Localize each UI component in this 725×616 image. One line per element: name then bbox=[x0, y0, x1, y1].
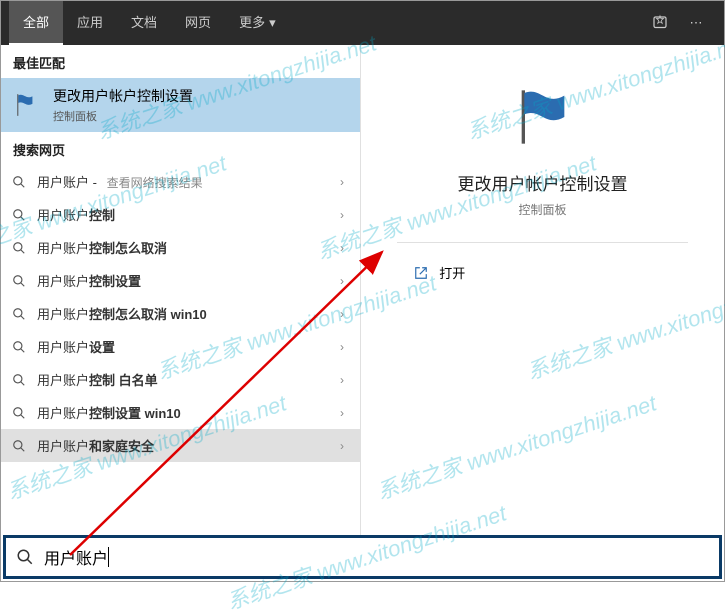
chevron-right-icon[interactable]: › bbox=[334, 406, 350, 420]
chevron-down-icon: ▾ bbox=[269, 1, 276, 45]
web-result-item[interactable]: 用户账户 - 查看网络搜索结果 › bbox=[1, 165, 360, 198]
search-icon bbox=[11, 240, 27, 256]
result-text: 用户账户控制 白名单 bbox=[37, 370, 324, 389]
tab-apps[interactable]: 应用 bbox=[63, 1, 117, 45]
divider bbox=[397, 242, 687, 243]
results-pane: 最佳匹配 更改用户帐户控制设置 控制面板 搜索网页 用户账户 - 查看网络搜索结… bbox=[1, 45, 361, 535]
chevron-right-icon[interactable]: › bbox=[334, 208, 350, 222]
search-icon bbox=[11, 372, 27, 388]
search-icon bbox=[11, 405, 27, 421]
web-result-item[interactable]: 用户账户控制设置 win10 › bbox=[1, 396, 360, 429]
web-results-header: 搜索网页 bbox=[1, 132, 360, 165]
open-action[interactable]: 打开 bbox=[397, 255, 687, 290]
result-text: 用户账户设置 bbox=[37, 337, 324, 356]
result-text: 用户账户控制设置 win10 bbox=[37, 403, 324, 422]
search-input[interactable]: 用户账户 bbox=[44, 545, 108, 569]
web-result-item[interactable]: 用户账户控制 › bbox=[1, 198, 360, 231]
result-text: 用户账户控制怎么取消 win10 bbox=[37, 304, 324, 323]
chevron-right-icon[interactable]: › bbox=[334, 175, 350, 189]
search-icon bbox=[11, 207, 27, 223]
search-icon bbox=[16, 548, 34, 566]
more-options-icon[interactable]: ⋯ bbox=[684, 11, 708, 35]
tab-docs[interactable]: 文档 bbox=[117, 1, 171, 45]
result-text: 用户账户控制怎么取消 bbox=[37, 238, 324, 257]
control-panel-flag-icon bbox=[13, 91, 41, 119]
best-match-subtitle: 控制面板 bbox=[53, 108, 193, 124]
preview-flag-icon bbox=[511, 85, 575, 152]
web-result-item[interactable]: 用户账户控制 白名单 › bbox=[1, 363, 360, 396]
web-result-item[interactable]: 用户账户设置 › bbox=[1, 330, 360, 363]
result-text: 用户账户和家庭安全 bbox=[37, 436, 324, 455]
best-match-item[interactable]: 更改用户帐户控制设置 控制面板 bbox=[1, 78, 360, 132]
web-result-item[interactable]: 用户账户控制怎么取消 › bbox=[1, 231, 360, 264]
chevron-right-icon[interactable]: › bbox=[334, 373, 350, 387]
chevron-right-icon[interactable]: › bbox=[334, 241, 350, 255]
chevron-right-icon[interactable]: › bbox=[334, 439, 350, 453]
open-external-icon bbox=[413, 265, 429, 281]
best-match-title: 更改用户帐户控制设置 bbox=[53, 86, 193, 106]
web-result-item[interactable]: 用户账户控制设置 › bbox=[1, 264, 360, 297]
chevron-right-icon[interactable]: › bbox=[334, 274, 350, 288]
tab-more-label: 更多 bbox=[239, 1, 265, 45]
feedback-icon[interactable] bbox=[648, 11, 672, 35]
preview-title: 更改用户帐户控制设置 bbox=[458, 170, 628, 195]
search-icon bbox=[11, 273, 27, 289]
search-icon bbox=[11, 339, 27, 355]
chevron-right-icon[interactable]: › bbox=[334, 340, 350, 354]
best-match-header: 最佳匹配 bbox=[1, 45, 360, 78]
result-text: 用户账户控制 bbox=[37, 205, 324, 224]
preview-pane: 更改用户帐户控制设置 控制面板 打开 bbox=[361, 45, 724, 535]
tab-more[interactable]: 更多 ▾ bbox=[225, 1, 290, 45]
web-result-item[interactable]: 用户账户控制怎么取消 win10 › bbox=[1, 297, 360, 330]
result-text: 用户账户 - 查看网络搜索结果 bbox=[37, 172, 324, 191]
chevron-right-icon[interactable]: › bbox=[334, 307, 350, 321]
text-caret bbox=[108, 547, 109, 567]
search-icon bbox=[11, 438, 27, 454]
open-label: 打开 bbox=[439, 263, 465, 282]
search-icon bbox=[11, 174, 27, 190]
top-tab-bar: 全部 应用 文档 网页 更多 ▾ ⋯ bbox=[1, 1, 724, 45]
web-result-item[interactable]: 用户账户和家庭安全 › bbox=[1, 429, 360, 462]
preview-subtitle: 控制面板 bbox=[518, 201, 566, 218]
tab-all[interactable]: 全部 bbox=[9, 1, 63, 45]
result-text: 用户账户控制设置 bbox=[37, 271, 324, 290]
search-bar[interactable]: 用户账户 bbox=[3, 535, 722, 579]
tab-web[interactable]: 网页 bbox=[171, 1, 225, 45]
search-icon bbox=[11, 306, 27, 322]
